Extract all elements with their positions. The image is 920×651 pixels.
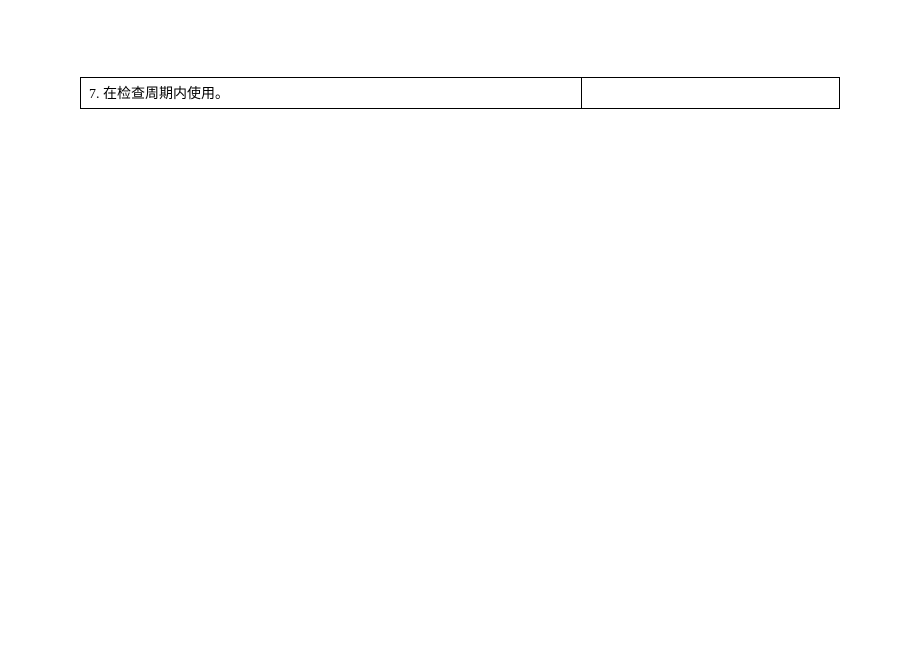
page-container: 7. 在检查周期内使用。: [0, 0, 920, 109]
table-cell-left: 7. 在检查周期内使用。: [81, 78, 582, 109]
document-table: 7. 在检查周期内使用。: [80, 77, 840, 109]
table-row: 7. 在检查周期内使用。: [81, 78, 840, 109]
table-cell-right: [581, 78, 839, 109]
cell-text: 7. 在检查周期内使用。: [89, 87, 229, 102]
